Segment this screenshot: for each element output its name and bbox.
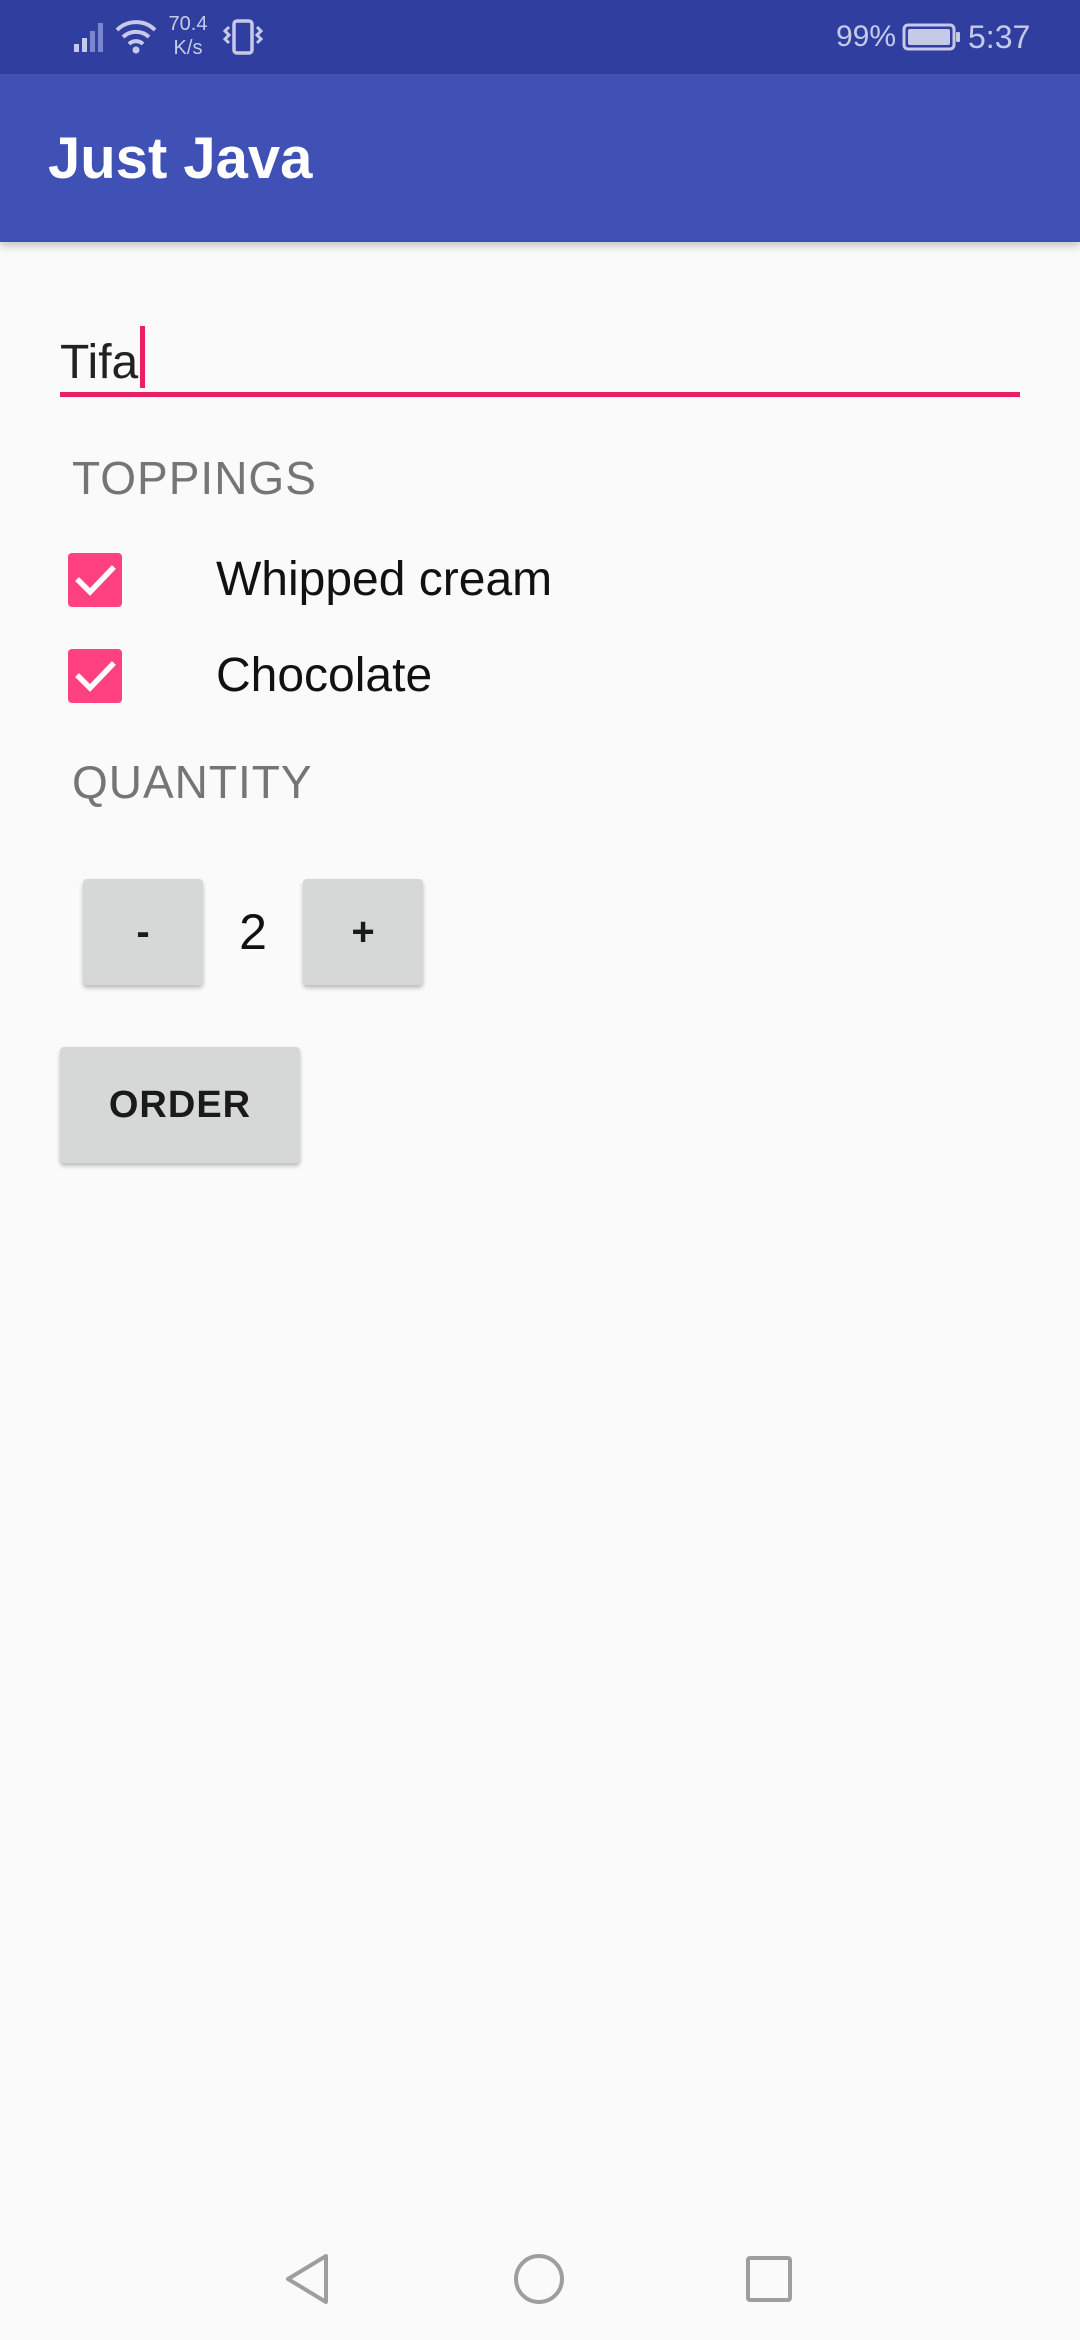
name-input-underline (60, 392, 1020, 397)
status-bar: 70.4 K/s 99% 5:37 (0, 0, 1080, 74)
recent-apps-icon[interactable] (744, 2254, 794, 2309)
order-button[interactable]: ORDER (60, 1047, 300, 1163)
decrement-button[interactable]: - (83, 879, 203, 985)
quantity-value: 2 (239, 904, 267, 960)
app-title: Just Java (48, 126, 313, 191)
battery-percent: 99% (836, 20, 897, 53)
chocolate-label[interactable]: Chocolate (216, 647, 432, 705)
increment-button[interactable]: + (303, 879, 423, 985)
network-speed-value: 70.4 (168, 13, 208, 35)
whipped-cream-checkbox[interactable] (68, 553, 122, 607)
network-speed-unit: K/s (173, 37, 203, 59)
chocolate-checkbox[interactable] (68, 649, 122, 703)
clock-time: 5:37 (968, 19, 1031, 55)
name-input-value: Tifa (60, 336, 139, 389)
home-icon[interactable] (512, 2252, 566, 2311)
wifi-icon (114, 16, 158, 61)
app-bar: Just Java (0, 74, 1080, 242)
text-cursor (140, 326, 146, 388)
navigation-bar (0, 2210, 1080, 2340)
network-speed: 70.4 K/s (164, 12, 212, 60)
just-java-screen: 70.4 K/s 99% 5:37 Just Java Tifa TOPPING… (0, 0, 1080, 2340)
quantity-header: QUANTITY (72, 756, 313, 808)
whipped-cream-checkbox-row[interactable]: Whipped cream (60, 540, 760, 620)
chocolate-checkbox-row[interactable]: Chocolate (60, 636, 760, 716)
battery-icon (902, 22, 962, 57)
name-input-text[interactable]: Tifa (60, 326, 146, 393)
back-icon[interactable] (282, 2252, 334, 2311)
vibrate-icon (222, 18, 264, 61)
cell-signal-icon (72, 18, 108, 59)
whipped-cream-label[interactable]: Whipped cream (216, 551, 552, 609)
checkmark-icon (75, 661, 116, 692)
name-input[interactable]: Tifa (60, 320, 1020, 397)
toppings-header: TOPPINGS (72, 452, 317, 504)
checkmark-icon (75, 565, 116, 596)
